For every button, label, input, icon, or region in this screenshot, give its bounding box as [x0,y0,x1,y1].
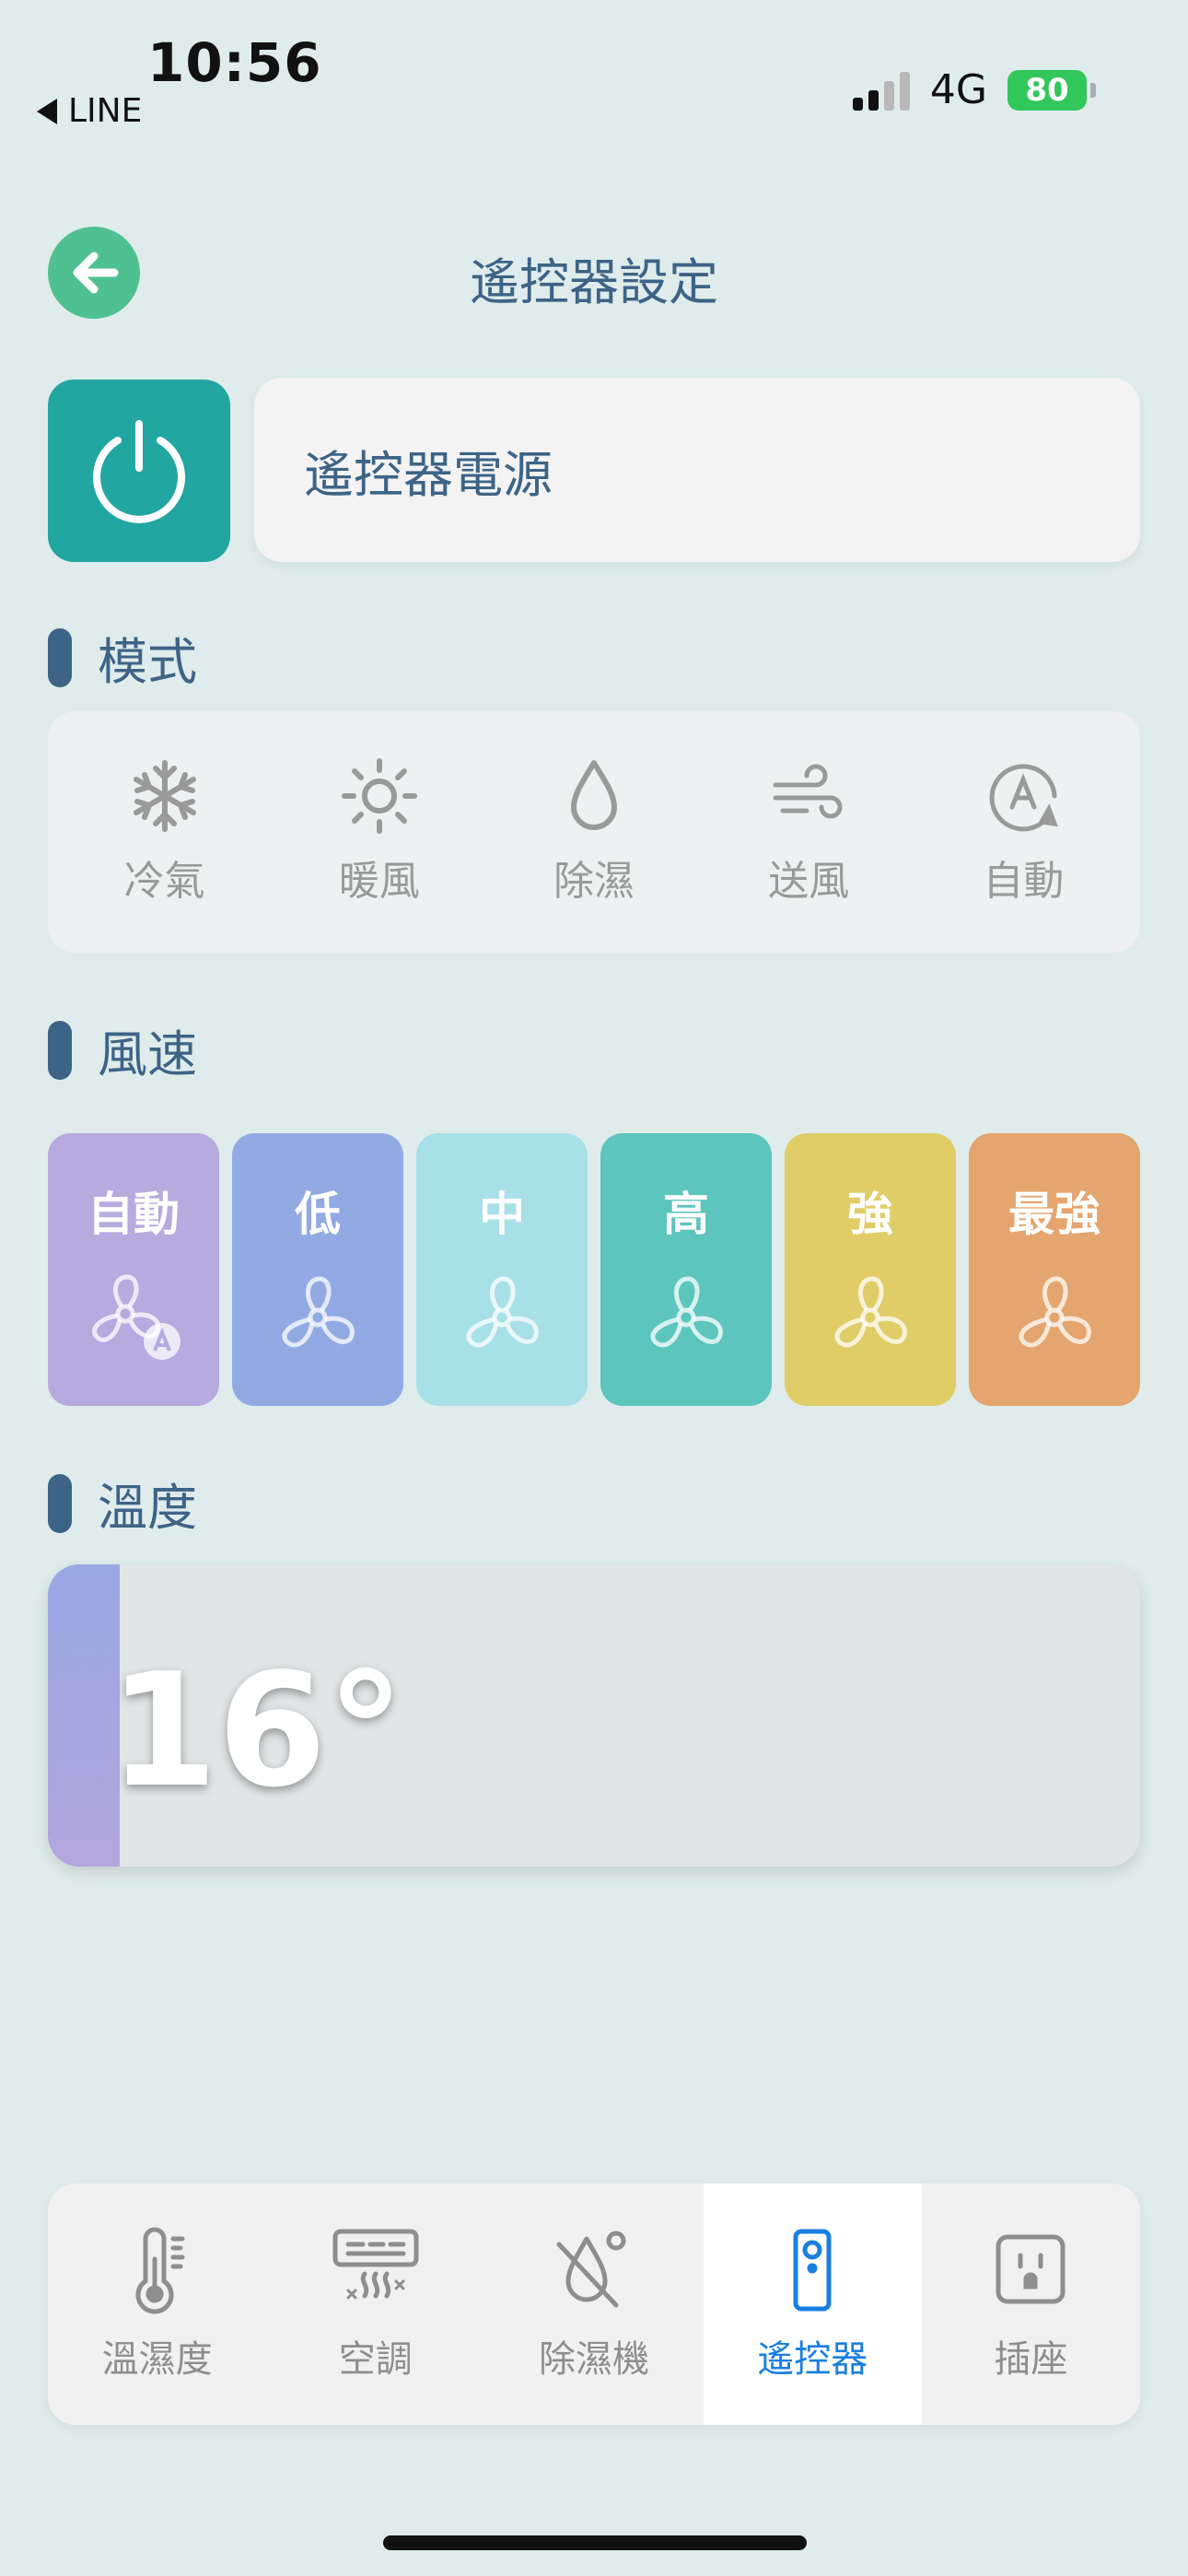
cellular-signal-icon [852,70,910,111]
fan-speed-label: 中 [479,1188,525,1241]
mode-label: 自動 [983,858,1065,905]
power-outlet-icon [996,2234,1066,2304]
snowflake-icon [133,760,196,832]
fan-icon [650,1276,723,1348]
mode-cool[interactable]: 冷氣 [73,757,257,907]
tab-air-conditioner[interactable]: 空調 [266,2184,484,2425]
dehumidifier-icon [556,2231,626,2308]
tab-dehumidifier[interactable]: 除濕機 [484,2184,703,2425]
section-marker [48,1020,72,1080]
droplet-icon [570,760,617,830]
mode-heat[interactable]: 暖風 [287,757,472,907]
mode-label: 冷氣 [123,858,205,905]
battery-icon: 80 [1007,69,1096,111]
fan-speed-row: 自動 低 中 高 強 最強 [48,1133,1140,1406]
fan-speed-strong[interactable]: 強 [785,1133,956,1406]
bottom-tab-bar: 溫濕度 空調 除濕機 遙控器 插座 [48,2184,1140,2425]
temperature-value: 16° [109,1640,405,1822]
fan-speed-label: 強 [847,1188,893,1241]
fan-section-heading: 風速 [48,1013,197,1086]
tab-label: 溫濕度 [101,2338,213,2381]
fan-icon [282,1276,355,1348]
power-label: 遙控器電源 [304,445,553,504]
fan-speed-label: 低 [295,1188,341,1241]
tab-temperature-humidity[interactable]: 溫濕度 [48,2184,266,2425]
back-triangle-icon [37,98,57,124]
battery-level: 80 [1025,71,1069,109]
sun-icon [341,758,417,834]
status-indicators: 4G 80 [852,66,1096,113]
fan-speed-auto[interactable]: 自動 [48,1133,219,1406]
tab-label: 空調 [338,2338,413,2381]
back-to-app-link[interactable]: LINE [37,92,142,130]
fan-speed-low[interactable]: 低 [232,1133,403,1406]
tab-label: 遙控器 [757,2338,868,2381]
fan-speed-label: 自動 [87,1188,180,1241]
tab-label: 插座 [994,2338,1068,2381]
thermometer-icon [135,2227,185,2314]
fan-speed-label: 高 [663,1188,709,1241]
fan-speed-label: 最強 [1008,1188,1101,1241]
fan-icon [834,1276,907,1348]
fan-speed-high[interactable]: 高 [600,1133,772,1406]
fan-auto-icon [92,1274,181,1360]
wind-icon [773,764,843,819]
remote-control-icon [793,2229,832,2312]
mode-panel: 冷氣 暖風 除濕 送風 自動 [48,711,1140,953]
air-conditioner-icon [332,2229,419,2300]
mode-heading: 模式 [98,633,197,691]
page-title: 遙控器設定 [470,253,718,311]
mode-fan[interactable]: 送風 [716,757,901,907]
mode-label: 送風 [768,858,850,905]
fan-icon [466,1276,539,1348]
temperature-section-heading: 溫度 [48,1467,197,1540]
tab-remote-control[interactable]: 遙控器 [703,2184,922,2425]
fan-icon [1019,1276,1091,1348]
mode-label: 除濕 [553,858,635,905]
mode-label: 暖風 [338,858,420,905]
power-button[interactable] [48,380,230,562]
temperature-slider[interactable]: 16° [48,1564,1140,1867]
section-marker [48,627,72,687]
fan-heading: 風速 [98,1025,197,1083]
temperature-heading: 溫度 [98,1479,197,1537]
fan-speed-medium[interactable]: 中 [416,1133,588,1406]
home-indicator[interactable] [383,2535,807,2550]
mode-auto[interactable]: 自動 [931,757,1115,907]
status-time: 10:56 [147,31,322,94]
tab-label: 除濕機 [539,2338,649,2381]
tab-power-outlet[interactable]: 插座 [922,2184,1140,2425]
fan-speed-max[interactable]: 最強 [969,1133,1140,1406]
mode-section-heading: 模式 [48,621,197,694]
auto-mode-icon [989,764,1059,832]
network-type: 4G [929,66,987,113]
section-marker [48,1473,72,1533]
mode-dehumidify[interactable]: 除濕 [502,757,686,907]
power-label-box[interactable]: 遙控器電源 [254,378,1140,562]
power-icon [93,420,185,523]
back-app-label: LINE [68,92,143,130]
